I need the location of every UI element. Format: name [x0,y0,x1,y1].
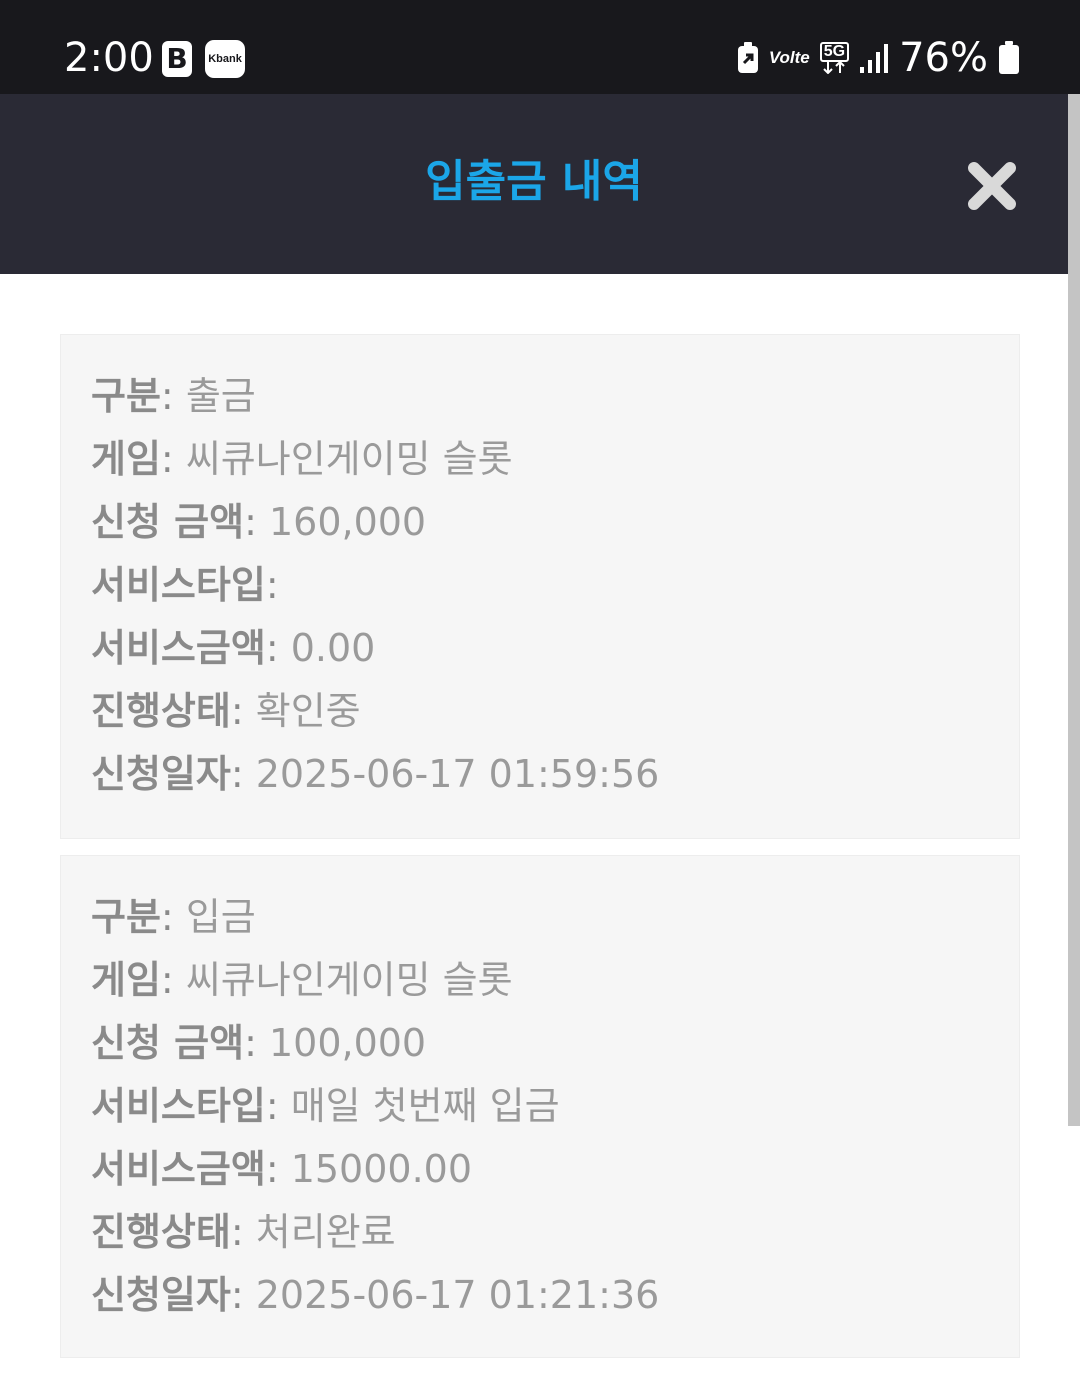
b-app-icon: B [162,41,192,77]
field-status: 진행상태: 처리완료 [91,1210,396,1254]
close-icon [968,162,1016,210]
transaction-list: 구분: 출금 게임: 씨큐나인게이밍 슬롯 신청 금액: 160,000 서비스… [60,334,1020,1374]
status-bar: 2:00 B Kbank Volte 5G 76% [0,0,1080,94]
field-label: 구분 [91,374,161,418]
field-service-amount: 서비스금액: 0.00 [91,626,376,670]
field-game: 게임: 씨큐나인게이밍 슬롯 [91,958,513,1002]
scrollbar[interactable] [1068,94,1080,1126]
volte-icon: Volte [768,48,810,67]
battery-icon [998,41,1020,75]
field-request-amount: 신청 금액: 100,000 [91,1021,427,1065]
page-header: 입출금 내역 [0,94,1068,274]
field-value: 씨큐나인게이밍 슬롯 [185,437,513,481]
field-value: 처리완료 [255,1210,396,1254]
field-label: 서비스타입 [91,1084,266,1128]
field-label: 서비스타입 [91,563,266,607]
close-button[interactable] [960,154,1024,218]
field-request-date: 신청일자: 2025-06-17 01:21:36 [91,1273,660,1317]
battery-percent: 76% [899,35,988,81]
field-value: 확인중 [255,689,361,733]
field-service-type: 서비스타입: 매일 첫번째 입금 [91,1084,560,1128]
field-value: 씨큐나인게이밍 슬롯 [185,958,513,1002]
field-value: 2025-06-17 01:59:56 [255,752,660,796]
field-value: 2025-06-17 01:21:36 [255,1273,660,1317]
field-label: 신청일자 [91,1273,231,1317]
field-value: 입금 [185,895,256,939]
battery-saver-icon [737,42,759,74]
signal-icon [859,42,889,74]
field-game: 게임: 씨큐나인게이밍 슬롯 [91,437,513,481]
field-label: 진행상태 [91,1210,231,1254]
transaction-card: 구분: 출금 게임: 씨큐나인게이밍 슬롯 신청 금액: 160,000 서비스… [60,334,1020,839]
field-label: 서비스금액 [91,1147,266,1191]
field-label: 신청 금액 [91,1021,245,1065]
status-indicators: Volte 5G 76% [737,36,1020,80]
page-title: 입출금 내역 [425,156,643,207]
field-request-date: 신청일자: 2025-06-17 01:59:56 [91,752,660,796]
field-value: 출금 [185,374,256,418]
field-service-amount: 서비스금액: 15000.00 [91,1147,473,1191]
field-request-amount: 신청 금액: 160,000 [91,500,427,544]
field-label: 구분 [91,895,161,939]
field-label: 게임 [91,437,161,481]
field-value: 100,000 [268,1021,427,1065]
status-time: 2:00 [64,35,154,81]
field-label: 신청일자 [91,752,231,796]
transaction-card: 구분: 입금 게임: 씨큐나인게이밍 슬롯 신청 금액: 100,000 서비스… [60,855,1020,1358]
kbank-app-icon: Kbank [205,40,245,78]
5g-label: 5G [819,42,850,62]
field-service-type: 서비스타입: [91,563,279,607]
field-label: 진행상태 [91,689,231,733]
field-type: 구분: 입금 [91,895,256,939]
field-value: 160,000 [268,500,427,544]
field-label: 신청 금액 [91,500,245,544]
field-label: 게임 [91,958,161,1002]
field-value: 0.00 [290,626,376,670]
field-status: 진행상태: 확인중 [91,689,361,733]
field-value: 15000.00 [290,1147,473,1191]
field-type: 구분: 출금 [91,374,256,418]
field-value: 매일 첫번째 입금 [290,1084,560,1128]
5g-icon: 5G [819,42,850,74]
field-label: 서비스금액 [91,626,266,670]
